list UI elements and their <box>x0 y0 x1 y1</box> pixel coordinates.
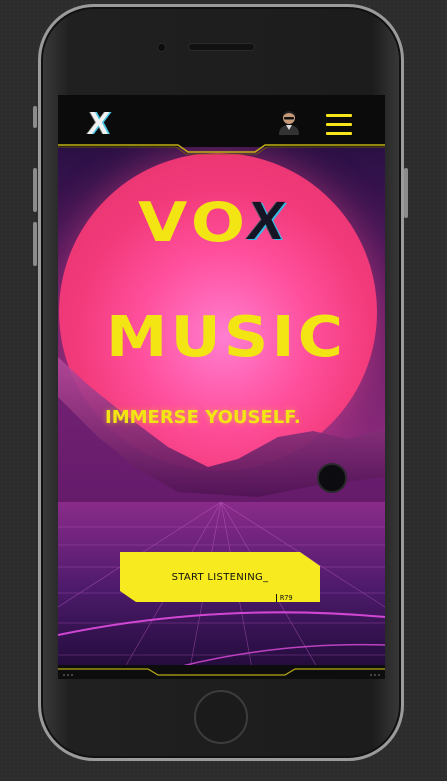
home-button[interactable] <box>194 690 248 744</box>
navbar-border <box>58 144 385 155</box>
user-avatar-icon[interactable] <box>277 109 301 135</box>
hero-section: VO X MUSIC IMMERSE YOUSELF. START LISTEN… <box>58 147 385 679</box>
hero-tagline: IMMERSE YOUSELF. <box>105 407 301 428</box>
hamburger-menu-icon[interactable] <box>326 114 352 136</box>
hero-title-vox: VO <box>138 191 250 254</box>
bottom-frame-border <box>58 665 385 679</box>
front-camera <box>158 44 165 51</box>
floating-orb <box>317 463 347 493</box>
top-navbar: X <box>58 95 385 147</box>
phone-silent-switch <box>33 106 37 128</box>
cta-version-tag: R79 <box>276 594 296 602</box>
phone-screen: VO X MUSIC IMMERSE YOUSELF. START LISTEN… <box>58 95 385 679</box>
phone-power-button <box>404 168 408 218</box>
hero-title-music: MUSIC <box>106 305 347 370</box>
earpiece-speaker <box>189 44 254 50</box>
phone-volume-down <box>33 222 37 266</box>
phone-volume-up <box>33 168 37 212</box>
app-logo[interactable]: X <box>86 105 111 141</box>
